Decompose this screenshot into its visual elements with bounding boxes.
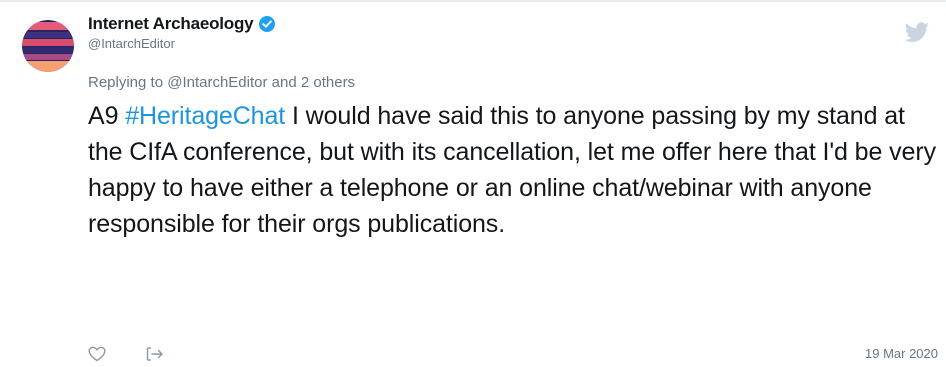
avatar[interactable] <box>22 20 74 72</box>
share-icon[interactable] <box>146 346 164 362</box>
top-divider <box>0 0 946 2</box>
twitter-bird-icon[interactable] <box>904 22 930 44</box>
tweet-header: Internet Archaeology @IntarchEditor <box>88 14 276 51</box>
reply-context-suffix[interactable]: and 2 others <box>268 74 355 91</box>
reply-context-prefix: Replying to <box>88 74 168 91</box>
avatar-logo-icon <box>22 20 74 72</box>
display-name[interactable]: Internet Archaeology <box>88 14 254 34</box>
handle[interactable]: @IntarchEditor <box>88 36 275 51</box>
reply-mention-link[interactable]: @IntarchEditor <box>167 74 267 91</box>
hashtag-link[interactable]: #HeritageChat <box>125 102 285 130</box>
tweet-timestamp[interactable]: 19 Mar 2020 <box>865 346 938 361</box>
reply-context: Replying to @IntarchEditor and 2 others <box>88 74 355 91</box>
tweet-actions <box>88 346 164 362</box>
heart-icon[interactable] <box>88 346 106 362</box>
tweet-text-lead: A9 <box>88 102 126 130</box>
tweet-text: A9 #HeritageChat I would have said this … <box>88 98 940 242</box>
verified-badge-icon <box>259 16 276 32</box>
name-row: Internet Archaeology <box>88 14 276 34</box>
